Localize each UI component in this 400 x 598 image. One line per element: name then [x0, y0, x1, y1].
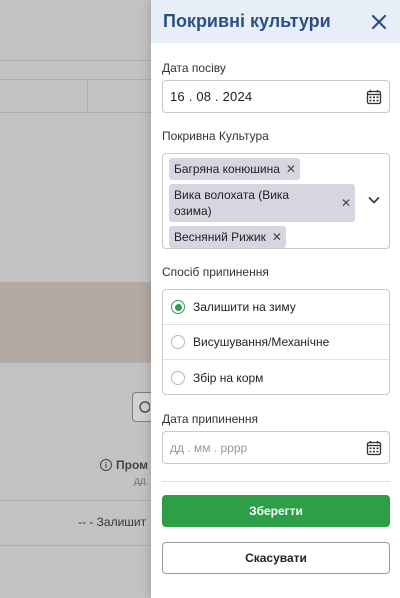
tag-label: Вика волохата (Вика озима)	[174, 188, 290, 218]
sowing-date-year[interactable]: 2024	[223, 89, 253, 104]
sowing-date-label: Дата посіву	[162, 61, 226, 75]
cover-crop-tag: Вика волохата (Вика озима) ✕	[169, 184, 355, 222]
remove-tag-icon[interactable]: ✕	[341, 195, 351, 211]
sowing-date-input[interactable]: 16 . 08 . 2024	[162, 80, 390, 113]
sowing-date-month[interactable]: 08	[196, 89, 211, 104]
sowing-date-value: 16 . 08 . 2024	[170, 89, 252, 104]
cover-crop-tag: Багряна конюшина ✕	[169, 158, 300, 180]
termination-date-input[interactable]: дд . мм . рррр	[162, 431, 390, 464]
actions-divider	[162, 481, 390, 482]
radio-button[interactable]	[171, 370, 185, 385]
radio-label: Збір на корм	[193, 370, 264, 385]
cover-crop-multiselect[interactable]: Багряна конюшина ✕ Вика волохата (Вика о…	[162, 153, 390, 249]
termination-date-placeholder: дд . мм . рррр	[170, 440, 248, 455]
drawer-title: Покривні культури	[163, 11, 331, 31]
tag-label: Весняний Рижик	[174, 230, 266, 244]
radio-option-harvest-for-feed[interactable]: Збір на корм	[163, 360, 389, 395]
cover-crops-drawer: Покривні культури Дата посіву 16 . 08 . …	[151, 0, 400, 598]
calendar-icon[interactable]	[366, 89, 382, 105]
radio-label: Залишити на зиму	[193, 300, 296, 314]
sowing-date-day[interactable]: 16	[170, 89, 185, 104]
cancel-button[interactable]: Скасувати	[162, 542, 390, 574]
tag-label: Багряна конюшина	[174, 162, 280, 176]
save-button[interactable]: Зберегти	[162, 495, 390, 527]
close-button[interactable]	[370, 13, 388, 31]
cover-crop-tag: Весняний Рижик ✕	[169, 226, 286, 248]
date-separator: .	[188, 89, 193, 104]
termination-date-label: Дата припинення	[162, 412, 259, 426]
chevron-down-icon[interactable]	[368, 196, 380, 204]
cover-crop-label: Покривна Культура	[162, 129, 269, 143]
date-separator: .	[215, 89, 219, 104]
radio-option-leave-for-winter[interactable]: Залишити на зиму	[163, 290, 389, 325]
termination-method-label: Спосіб припинення	[162, 265, 269, 279]
calendar-icon[interactable]	[366, 440, 382, 456]
drawer-header: Покривні культури	[151, 0, 400, 43]
close-icon	[372, 14, 386, 29]
termination-method-radio-group: Залишити на зиму Висушування/Механічне З…	[162, 289, 390, 395]
radio-label: Висушування/Механічне	[193, 335, 330, 349]
radio-button[interactable]	[171, 335, 185, 349]
radio-button[interactable]	[171, 300, 185, 314]
remove-tag-icon[interactable]: ✕	[272, 229, 282, 245]
radio-option-drying-mechanical[interactable]: Висушування/Механічне	[163, 325, 389, 360]
remove-tag-icon[interactable]: ✕	[286, 161, 296, 177]
